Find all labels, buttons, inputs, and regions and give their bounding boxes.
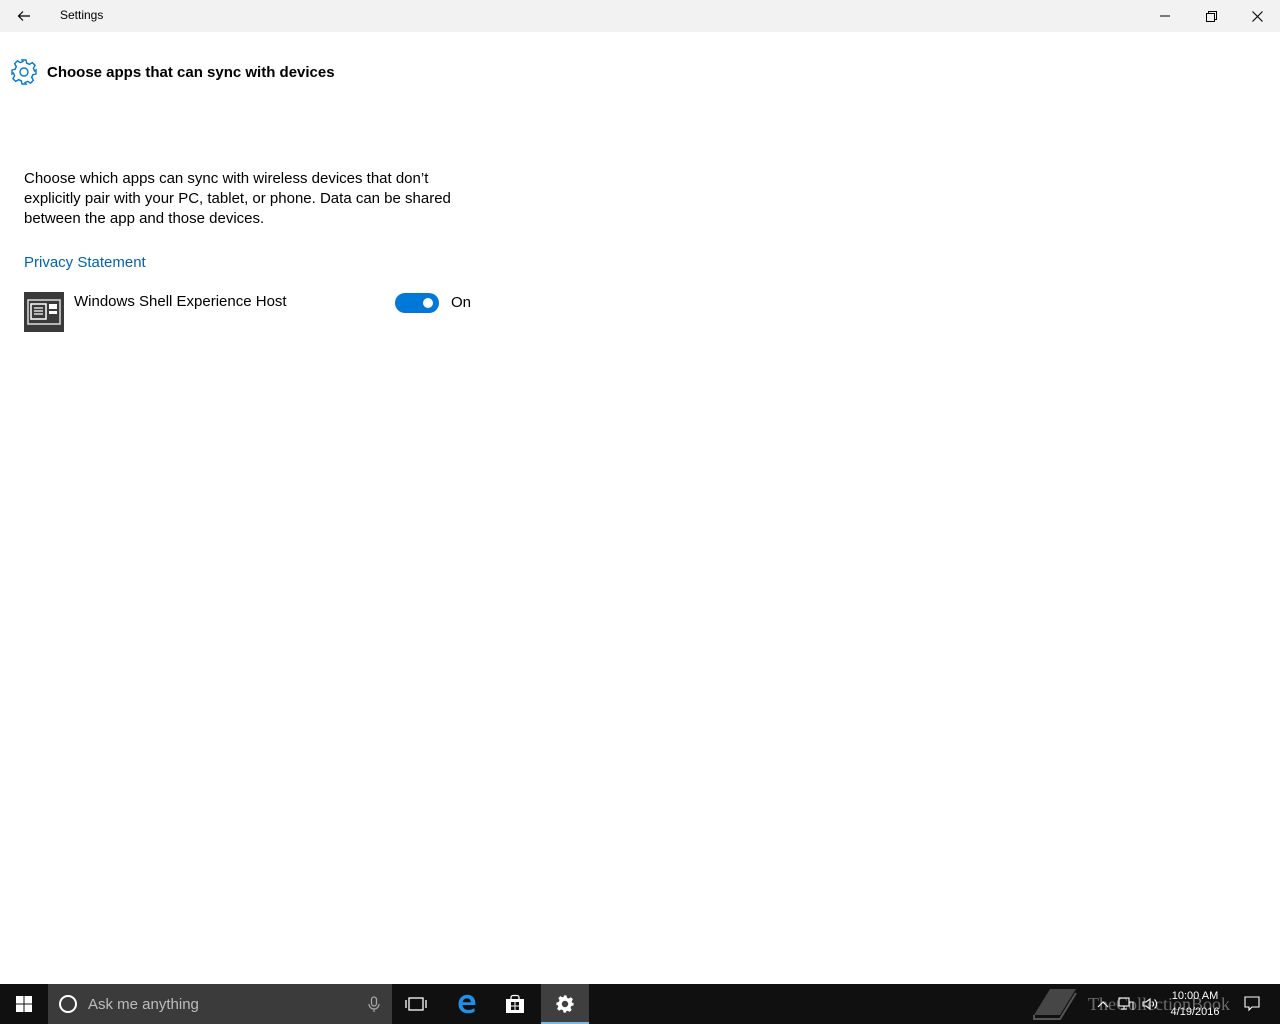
app-name: Windows Shell Experience Host [74,293,287,310]
windows-logo-icon [16,996,32,1012]
search-placeholder: Ask me anything [88,996,199,1013]
settings-taskbar-button[interactable] [541,984,589,1024]
settings-gear-icon [556,995,574,1013]
task-view-icon [405,997,427,1011]
back-arrow-icon [17,11,30,21]
chevron-up-icon [1097,1001,1109,1008]
edge-icon [458,994,476,1014]
edge-button[interactable] [443,984,491,1024]
show-hidden-icons-button[interactable] [1092,984,1114,1024]
action-center-button[interactable] [1238,984,1266,1024]
back-button[interactable] [8,0,40,32]
window-title: Settings [60,8,104,22]
volume-tray-button[interactable] [1140,984,1160,1024]
store-button[interactable] [491,984,539,1024]
cortana-search-box[interactable]: Ask me anything [48,984,392,1024]
minimize-button[interactable] [1142,0,1188,32]
minimize-icon [1160,15,1170,17]
taskbar: Ask me anything 10:00 AM 4/19/2016 [0,984,1280,1024]
close-button[interactable] [1234,0,1280,32]
title-bar: Settings [0,0,1280,32]
maximize-icon [1205,10,1217,22]
clock-time: 10:00 AM [1171,990,1219,1002]
volume-icon [1142,997,1157,1011]
privacy-statement-link[interactable]: Privacy Statement [24,254,146,271]
clock-date: 4/19/2016 [1170,1006,1220,1018]
task-view-button[interactable] [392,984,440,1024]
maximize-button[interactable] [1188,0,1234,32]
toggle-state-label: On [451,294,472,311]
page-header: Choose apps that can sync with devices [10,58,335,86]
page-title: Choose apps that can sync with devices [47,63,335,81]
microphone-icon[interactable] [364,994,384,1014]
app-sync-toggle[interactable] [395,293,439,313]
cortana-icon [59,995,77,1013]
start-button[interactable] [0,984,48,1024]
network-tray-button[interactable] [1116,984,1136,1024]
store-icon [506,994,524,1013]
toggle-knob [423,298,433,308]
description-text: Choose which apps can sync with wireless… [24,170,451,227]
action-center-icon [1244,996,1260,1012]
app-window-icon [27,299,61,325]
clock[interactable]: 10:00 AM 4/19/2016 [1158,988,1232,1020]
close-icon [1251,10,1263,22]
app-icon [24,292,64,332]
gear-icon [11,59,37,85]
app-list-item: Windows Shell Experience Host On [24,292,484,332]
network-icon [1118,997,1134,1010]
